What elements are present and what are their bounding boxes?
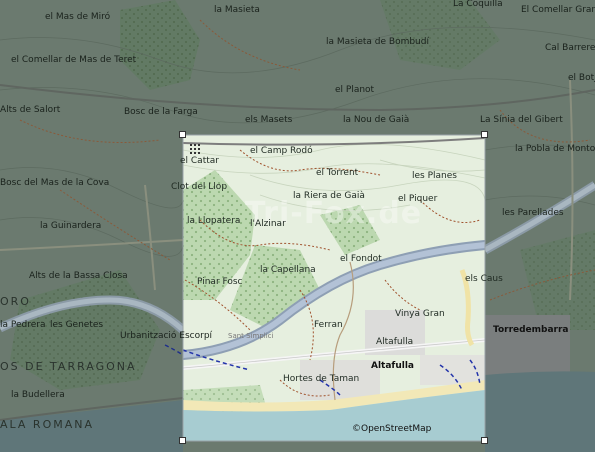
place-label: la Masieta <box>214 5 260 15</box>
place-label: el Mas de Miró <box>45 12 111 22</box>
place-label: La Coquilla <box>453 0 503 9</box>
grid-icon[interactable] <box>190 144 200 154</box>
place-label: la Nou de Gaià <box>343 115 410 125</box>
place-label: el Comellar de Mas de Teret <box>11 55 137 65</box>
resize-handle-bottom-left[interactable] <box>179 437 186 444</box>
place-label: la Pedrera <box>0 320 46 330</box>
resize-handle-bottom-right[interactable] <box>481 437 488 444</box>
place-label: la Masieta de Bombudí <box>326 37 429 47</box>
place-label: la Pobla de Montornès <box>515 144 595 154</box>
place-label: els Masets <box>245 115 293 125</box>
district-label: OS DE TARRAGONA <box>0 360 137 373</box>
place-label: Alts de la Bassa Closa <box>29 271 128 281</box>
district-label: ORO <box>0 295 31 308</box>
district-label: ALA ROMANA <box>0 418 94 431</box>
resize-handle-top-left[interactable] <box>179 131 186 138</box>
map-canvas[interactable]: Tri-Fox.de la Masieta La Coquilla El Com… <box>0 0 595 452</box>
place-label: les Genetes <box>50 320 104 330</box>
place-label: el Botja <box>568 73 595 83</box>
place-label: les Parellades <box>502 208 564 218</box>
place-label: Alts de Salort <box>0 105 61 115</box>
resize-handle-top-right[interactable] <box>481 131 488 138</box>
place-label: la Budellera <box>11 390 65 400</box>
place-label: La Sínia del Gibert <box>480 115 563 125</box>
place-label: El Comellar Gran <box>521 5 595 15</box>
place-label: Cal Barreres <box>545 43 595 53</box>
place-label: el Planot <box>335 85 375 95</box>
selection-box[interactable] <box>183 135 485 441</box>
place-label: la Guinardera <box>40 221 102 231</box>
place-label: Bosc de la Farga <box>124 107 198 117</box>
place-label: Bosc del Mas de la Cova <box>0 178 110 188</box>
town-label: Torredembarra <box>493 325 569 335</box>
map-attribution: ©OpenStreetMap <box>352 424 432 434</box>
